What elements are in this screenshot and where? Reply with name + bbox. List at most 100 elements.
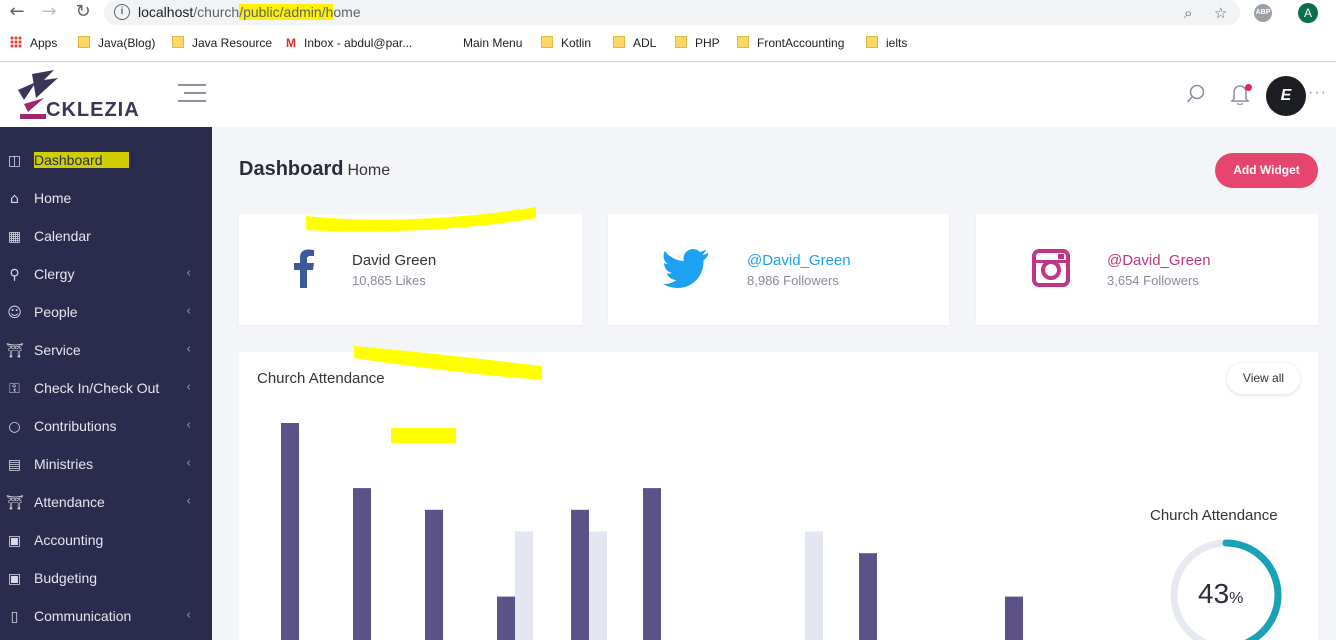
phone-icon: ▯ (10, 609, 19, 625)
add-widget-button[interactable]: Add Widget (1215, 153, 1318, 188)
home-icon: ⌂ (10, 191, 19, 207)
bookmarks-bar: Apps Java(Blog) Java Resource M Inbox - a… (0, 26, 1336, 62)
star-icon[interactable]: ☆ (1214, 4, 1227, 22)
more-icon[interactable]: ··· (1308, 84, 1327, 102)
award-icon: ⚲ (9, 267, 20, 283)
chevron-left-icon: ‹ (186, 418, 192, 433)
bookmark-inbox[interactable]: M Inbox - abdul@par... (286, 36, 412, 50)
bookmark-kotlin[interactable]: Kotlin (541, 36, 591, 50)
chevron-left-icon: ‹ (186, 608, 192, 623)
folder-icon (737, 36, 749, 48)
chevron-left-icon: ‹ (186, 266, 192, 281)
bookmark-main-menu[interactable]: Main Menu (463, 36, 522, 50)
sidebar: ◫ Dashboard ⌂ Home ▦ Calendar ⚲ Clergy ‹ ☺ Peo… (0, 127, 212, 640)
bookmark-adl[interactable]: ADL (613, 36, 656, 50)
folder-icon (675, 36, 687, 48)
chevron-left-icon: ‹ (186, 342, 192, 357)
address-bar[interactable]: i localhost/church/public/admin/home ⌕ ☆ (104, 0, 1240, 25)
twitter-icon (663, 249, 708, 288)
sidebar-item-dashboard[interactable]: ◫ Dashboard (0, 142, 212, 180)
sidebar-item-calendar[interactable]: ▦ Calendar (0, 218, 212, 256)
apps-grid-icon (10, 36, 22, 48)
account-avatar[interactable]: A (1298, 3, 1318, 23)
folder-icon (613, 36, 625, 48)
bookmark-frontaccounting[interactable]: FrontAccounting (737, 36, 844, 50)
reload-icon[interactable]: ↻ (72, 2, 94, 24)
sidebar-item-accounting[interactable]: ▣ Accounting (0, 522, 212, 560)
twitter-card[interactable]: @David_Green 8,986 Followers (608, 214, 949, 325)
url-text: localhost/church/public/admin/home (138, 4, 361, 20)
search-icon[interactable] (1186, 84, 1206, 104)
donut-value: 43% (1198, 578, 1244, 609)
twitter-followers: 8,986 Followers (747, 273, 839, 288)
folder-icon (541, 36, 553, 48)
sidebar-item-communication[interactable]: ▯ Communication ‹ (0, 598, 212, 636)
zoom-icon[interactable]: ⌕ (1184, 4, 1192, 22)
chart-bar (353, 488, 371, 640)
donut-title: Church Attendance (1150, 507, 1278, 524)
cc-icon: ○ (8, 419, 21, 435)
sidebar-item-service[interactable]: ⛩ Service ‹ (0, 332, 212, 370)
folder-icon (866, 36, 878, 48)
chevron-left-icon: ‹ (186, 304, 192, 319)
bookmark-java-resource[interactable]: Java Resource (172, 36, 272, 50)
calendar-icon: ▦ (7, 229, 22, 245)
highlight-marks (306, 207, 542, 380)
sidebar-item-attendance[interactable]: ⛩ Attendance ‹ (0, 484, 212, 522)
view-all-button[interactable]: View all (1227, 363, 1300, 394)
money-icon: ▣ (7, 571, 22, 587)
chart-bar-secondary (805, 531, 823, 640)
sidebar-item-check-in[interactable]: ⚿ Check In/Check Out ‹ (0, 370, 212, 408)
notification-dot (1245, 84, 1252, 91)
instagram-handle: @David_Green (1107, 252, 1211, 269)
sidebar-item-people[interactable]: ☺ People ‹ (0, 294, 212, 332)
browser-toolbar: ← → ↻ i localhost/church/public/admin/ho… (0, 0, 1336, 26)
logo-text: CKLEZIA (46, 99, 140, 121)
columns-icon: ◫ (7, 153, 22, 169)
sidebar-item-home[interactable]: ⌂ Home (0, 180, 212, 218)
bank-icon: ⛩ (6, 343, 24, 359)
folder-icon (78, 36, 90, 48)
instagram-icon (1032, 249, 1070, 287)
bookmark-php[interactable]: PHP (675, 36, 720, 50)
instagram-followers: 3,654 Followers (1107, 273, 1199, 288)
chevron-left-icon: ‹ (186, 494, 192, 509)
sidebar-item-contributions[interactable]: ○ Contributions ‹ (0, 408, 212, 446)
adblock-icon[interactable]: ABP (1254, 4, 1272, 22)
chart-bar (497, 596, 515, 640)
chevron-left-icon: ‹ (186, 380, 192, 395)
gmail-icon: M (286, 36, 296, 50)
bank-icon: ⛩ (6, 495, 24, 511)
chart-bar-secondary (515, 531, 533, 640)
user-avatar[interactable]: E (1266, 76, 1306, 116)
attendance-bar-chart (281, 423, 1023, 640)
chart-bar-secondary (589, 531, 607, 640)
sidebar-item-clergy[interactable]: ⚲ Clergy ‹ (0, 256, 212, 294)
chart-bar (425, 509, 443, 640)
chevron-left-icon: ‹ (186, 456, 192, 471)
key-icon: ⚿ (9, 381, 20, 397)
chart-bar (571, 509, 589, 640)
instagram-card[interactable]: @David_Green 3,654 Followers (976, 214, 1318, 325)
twitter-handle: @David_Green (747, 252, 851, 269)
sidebar-item-budgeting[interactable]: ▣ Budgeting (0, 560, 212, 598)
chart-bar (859, 553, 877, 640)
users-icon: ☺ (7, 305, 22, 321)
bookmark-apps[interactable]: Apps (10, 36, 57, 50)
highlight-mark (391, 428, 456, 443)
page-title: Dashboard Home (239, 158, 391, 180)
menu-toggle-icon[interactable] (178, 84, 206, 102)
chart-bar (643, 488, 661, 640)
bookmark-java-blog[interactable]: Java(Blog) (78, 36, 155, 50)
money-icon: ▣ (7, 533, 22, 549)
bookmark-ielts[interactable]: ielts (866, 36, 907, 50)
page-subtitle: Home (347, 162, 391, 179)
forward-arrow-icon[interactable]: → (38, 2, 60, 24)
chart-bar (1005, 596, 1023, 640)
building-icon: ▤ (7, 457, 22, 473)
folder-icon (172, 36, 184, 48)
back-arrow-icon[interactable]: ← (6, 2, 28, 24)
chart-bar (281, 423, 299, 640)
sidebar-item-ministries[interactable]: ▤ Ministries ‹ (0, 446, 212, 484)
info-icon[interactable]: i (114, 4, 130, 20)
